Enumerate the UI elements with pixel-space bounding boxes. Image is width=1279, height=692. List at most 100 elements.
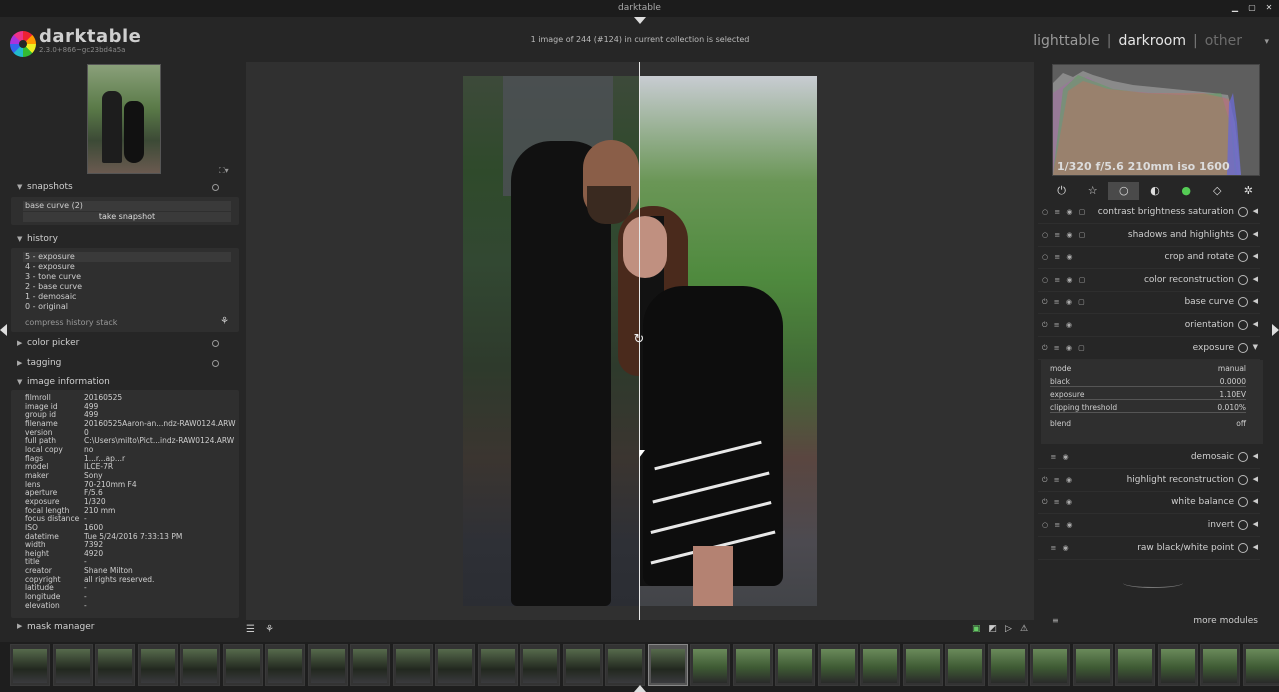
snapshots-header[interactable]: ▼ snapshots: [11, 180, 241, 195]
expand-arrow-icon[interactable]: ◀: [1253, 275, 1258, 283]
maximize-icon[interactable]: ▢: [1246, 2, 1258, 14]
filmstrip-thumbnail[interactable]: [222, 644, 263, 686]
correct-group-icon[interactable]: ◇: [1202, 182, 1233, 200]
module-toggle-icons[interactable]: ○ ≡ ◉ ▢: [1042, 208, 1087, 216]
filmstrip-thumbnail[interactable]: [562, 644, 603, 686]
reset-icon[interactable]: [212, 340, 219, 347]
history-item[interactable]: 5 - exposure: [23, 252, 231, 262]
filmstrip-thumbnail[interactable]: [1115, 644, 1155, 686]
filmstrip-thumbnail[interactable]: [1030, 644, 1070, 686]
clipping-threshold-slider[interactable]: clipping threshold 0.010%: [1050, 403, 1250, 414]
style-create-icon[interactable]: ⚘: [220, 316, 229, 327]
filmstrip-thumbnail[interactable]: [1200, 644, 1240, 686]
module-base-curve[interactable]: ⏻ ≡ ◉ ▢ base curve ◀: [1038, 292, 1260, 314]
expand-arrow-icon[interactable]: ◀: [1253, 320, 1258, 328]
bottom-panel-toggle-icon[interactable]: [634, 685, 646, 692]
overexposed-warning-icon[interactable]: ⚠: [1020, 624, 1028, 634]
quick-access-styles-icon[interactable]: ⚘: [265, 624, 274, 635]
expand-arrow-icon[interactable]: ◀: [1253, 520, 1258, 528]
filmstrip-thumbnail[interactable]: [1157, 644, 1198, 686]
module-crop-and-rotate[interactable]: ○ ≡ ◉ crop and rotate ◀: [1038, 247, 1260, 269]
filmstrip-thumbnail[interactable]: [180, 644, 220, 686]
module-toggle-icons[interactable]: ⏻ ≡ ◉ ▢: [1042, 344, 1087, 353]
history-header[interactable]: ▼ history: [11, 232, 241, 247]
filmstrip-thumbnail[interactable]: [732, 644, 773, 686]
basic-group-icon[interactable]: ○: [1108, 182, 1140, 200]
history-item[interactable]: 0 - original: [11, 302, 239, 312]
filmstrip-thumbnail[interactable]: [1072, 644, 1113, 686]
filmstrip-thumbnail[interactable]: [137, 644, 178, 686]
softproof-icon[interactable]: ◩: [989, 624, 998, 634]
filmstrip-thumbnail[interactable]: [775, 644, 815, 686]
expand-arrow-icon[interactable]: ◀: [1253, 497, 1258, 505]
filmstrip-thumbnail[interactable]: [307, 644, 348, 686]
expand-arrow-icon[interactable]: ◀: [1253, 230, 1258, 238]
filmstrip-thumbnail[interactable]: [435, 644, 475, 686]
module-toggle-icons[interactable]: ○ ≡ ◉ ▢: [1042, 231, 1087, 239]
view-dropdown-icon[interactable]: ▾: [1264, 37, 1269, 47]
reset-icon[interactable]: [212, 360, 219, 367]
expand-arrow-icon[interactable]: ◀: [1253, 252, 1258, 260]
filmstrip-thumbnail[interactable]: [1242, 644, 1279, 686]
filmstrip-thumbnail[interactable]: [987, 644, 1028, 686]
expand-arrow-icon[interactable]: ◀: [1253, 475, 1258, 483]
histogram[interactable]: 1/320 f/5.6 210mm iso 1600: [1052, 64, 1260, 176]
module-toggle-icons[interactable]: ○ ≡ ◉ ▢: [1042, 276, 1087, 284]
view-lighttable[interactable]: lighttable: [1033, 33, 1100, 49]
module-toggle-icons[interactable]: ⏻ ≡ ◉ ▢: [1042, 298, 1087, 307]
snapshot-item[interactable]: base curve (2): [23, 201, 231, 211]
module-orientation[interactable]: ⏻ ≡ ◉ orientation ◀: [1038, 315, 1260, 337]
filmstrip-thumbnail[interactable]: [860, 644, 900, 686]
image-information-header[interactable]: ▼ image information: [11, 375, 241, 390]
color-group-icon[interactable]: ●: [1171, 182, 1202, 200]
close-icon[interactable]: ✕: [1263, 2, 1275, 14]
module-contrast-brightness-saturation[interactable]: ○ ≡ ◉ ▢ contrast brightness saturation ◀: [1038, 202, 1260, 224]
module-toggle-icons[interactable]: ≡ ◉: [1042, 453, 1071, 461]
filmstrip-thumbnail[interactable]: [945, 644, 985, 686]
filmstrip-thumbnail[interactable]: [10, 644, 50, 686]
module-invert[interactable]: ○ ≡ ◉ invert ◀: [1038, 515, 1260, 537]
filmstrip-thumbnail[interactable]: [392, 644, 433, 686]
history-item[interactable]: 3 - tone curve: [11, 272, 239, 282]
tagging-header[interactable]: ▶ tagging: [11, 356, 241, 371]
zoom-fit-icon[interactable]: ⛶▾: [219, 166, 229, 176]
filmstrip-thumbnail[interactable]: [647, 644, 688, 686]
module-toggle-icons[interactable]: ≡ ◉: [1042, 544, 1071, 552]
black-slider[interactable]: black 0.0000: [1050, 377, 1250, 388]
history-item[interactable]: 1 - demosaic: [11, 292, 239, 302]
reset-icon[interactable]: [212, 184, 219, 191]
active-modules-group-icon[interactable]: ⏻: [1046, 182, 1077, 200]
module-toggle-icons[interactable]: ⏻ ≡ ◉: [1042, 321, 1074, 330]
expand-arrow-icon[interactable]: ◀: [1253, 543, 1258, 551]
effect-group-icon[interactable]: ✲: [1233, 182, 1264, 200]
navigation-thumbnail[interactable]: [87, 64, 161, 174]
expand-arrow-icon[interactable]: ◀: [1253, 207, 1258, 215]
blend-combobox[interactable]: blend off: [1050, 419, 1250, 430]
filmstrip-thumbnail[interactable]: [95, 644, 135, 686]
image-canvas[interactable]: ↻: [246, 62, 1034, 620]
favorites-group-icon[interactable]: ☆: [1077, 182, 1108, 200]
gamut-check-icon[interactable]: ▷: [1005, 624, 1012, 634]
take-snapshot-button[interactable]: take snapshot: [23, 212, 231, 222]
filmstrip-thumbnail[interactable]: [350, 644, 390, 686]
module-shadows-and-highlights[interactable]: ○ ≡ ◉ ▢ shadows and highlights ◀: [1038, 225, 1260, 247]
left-panel-toggle-icon[interactable]: [0, 324, 7, 336]
view-other[interactable]: other: [1205, 33, 1242, 49]
filmstrip-thumbnail[interactable]: [902, 644, 943, 686]
exposure-slider[interactable]: exposure 1.10EV: [1050, 390, 1250, 401]
filmstrip-thumbnail[interactable]: [520, 644, 560, 686]
filmstrip-thumbnail[interactable]: [52, 644, 93, 686]
filmstrip-thumbnail[interactable]: [690, 644, 730, 686]
tone-group-icon[interactable]: ◐: [1139, 182, 1170, 200]
module-toggle-icons[interactable]: ⏻ ≡ ◉: [1042, 498, 1074, 507]
collapse-arrow-icon[interactable]: ▼: [1253, 343, 1258, 351]
module-color-reconstruction[interactable]: ○ ≡ ◉ ▢ color reconstruction ◀: [1038, 270, 1260, 292]
module-highlight-reconstruction[interactable]: ⏻ ≡ ◉ highlight reconstruction ◀: [1038, 470, 1260, 492]
filmstrip-thumbnail[interactable]: [477, 644, 518, 686]
module-demosaic[interactable]: ≡ ◉ demosaic ◀: [1038, 447, 1260, 469]
module-raw-black-white-point[interactable]: ≡ ◉ raw black/white point ◀: [1038, 538, 1260, 560]
module-toggle-icons[interactable]: ○ ≡ ◉: [1042, 521, 1075, 529]
history-item[interactable]: 4 - exposure: [11, 262, 239, 272]
mode-combobox[interactable]: mode manual: [1050, 364, 1250, 375]
right-panel-toggle-icon[interactable]: [1272, 324, 1279, 336]
